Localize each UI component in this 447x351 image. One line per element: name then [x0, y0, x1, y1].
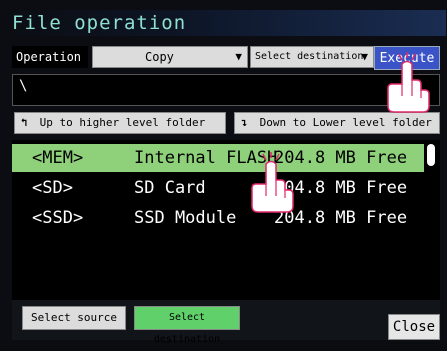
page-title: File operation [12, 12, 187, 34]
bottom-bar: Select source Select destination Close [12, 300, 440, 345]
up-folder-icon: ↰ [20, 116, 28, 129]
up-folder-label: Up to higher level folder [39, 116, 206, 129]
current-path: \ [12, 74, 440, 106]
operation-label: Operation [12, 46, 88, 68]
pointing-hand-icon [251, 152, 294, 213]
file-operation-screen: File operation Operation Copy ▼ Select d… [0, 0, 447, 345]
select-source-button[interactable]: Select source [22, 306, 126, 330]
close-button[interactable]: Close [388, 314, 440, 340]
destination-select[interactable]: Select destination ▼ [250, 46, 374, 68]
down-folder-label: Down to Lower level folder [259, 116, 432, 129]
device-id: <SSD> [32, 208, 84, 228]
list-item-sd[interactable]: <SD> SD Card 204.8 MB Free [12, 174, 424, 202]
dropdown-arrow-icon: ▼ [235, 50, 242, 63]
list-item-ssd[interactable]: <SSD> SSD Module 204.8 MB Free [12, 204, 424, 232]
destination-select-label: Select destination [255, 51, 364, 62]
operation-select[interactable]: Copy ▼ [92, 46, 248, 68]
select-destination-button[interactable]: Select destination [134, 306, 240, 345]
up-folder-button[interactable]: ↰ Up to higher level folder [14, 112, 226, 134]
device-name: SSD Module [134, 208, 237, 228]
device-id: <SD> [32, 178, 73, 198]
device-list: <MEM> Internal FLASH 204.8 MB Free <SD> … [12, 140, 440, 300]
device-name: SD Card [134, 178, 206, 198]
down-folder-button[interactable]: ↴ Down to Lower level folder [234, 112, 440, 134]
title-bar: File operation [6, 10, 446, 36]
dropdown-arrow-icon: ▼ [361, 50, 368, 63]
device-id: <MEM> [32, 148, 84, 168]
operation-value: Copy [145, 50, 174, 64]
scroll-thumb-icon[interactable] [427, 144, 435, 166]
list-item-mem[interactable]: <MEM> Internal FLASH 204.8 MB Free [12, 144, 424, 172]
down-folder-icon: ↴ [240, 116, 248, 129]
pointing-hand-icon [387, 52, 430, 113]
